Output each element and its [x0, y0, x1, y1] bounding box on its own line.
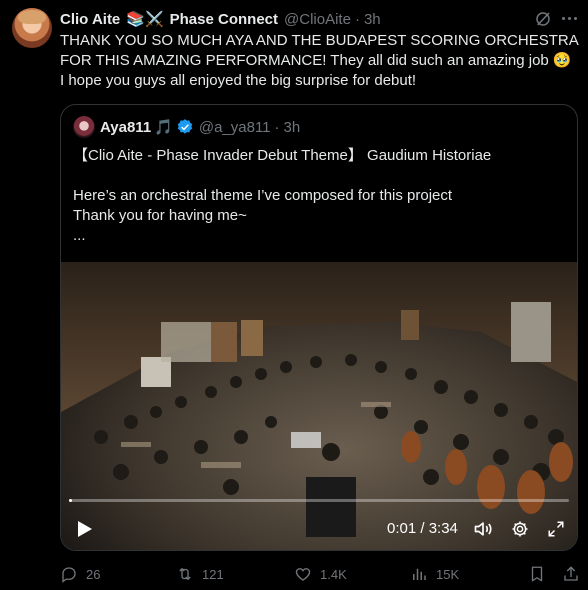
music-note-icon: 🎵	[154, 119, 173, 136]
play-icon[interactable]	[77, 520, 93, 538]
quote-avatar	[73, 116, 95, 138]
share-icon	[564, 566, 578, 581]
progress-fill	[69, 499, 72, 502]
author-avatar[interactable]	[12, 8, 52, 48]
reply-icon	[62, 567, 76, 583]
bookmark-icon	[531, 566, 543, 582]
reply-button[interactable]: 26	[60, 565, 100, 583]
quoted-tweet[interactable]: Aya811 🎵 @a_ya811 · 3h 【Clio Aite - Phas…	[60, 104, 578, 551]
repost-icon	[179, 567, 191, 581]
volume-icon[interactable]	[473, 519, 493, 539]
like-count: 1.4K	[320, 566, 347, 582]
reply-count: 26	[86, 566, 101, 582]
views-icon	[413, 568, 426, 580]
views-count: 15K	[436, 566, 460, 582]
bookmark-button[interactable]	[528, 565, 554, 583]
progress-bar[interactable]	[69, 499, 569, 502]
affiliation-label[interactable]: Phase Connect	[170, 11, 278, 28]
quote-separator: ·	[274, 118, 280, 136]
tweet-time[interactable]: 3h	[364, 11, 381, 28]
video-time: 0:01 / 3:34	[387, 520, 458, 537]
more-icon[interactable]	[562, 17, 580, 23]
like-button[interactable]: 1.4K	[294, 565, 347, 583]
quote-header: Aya811 🎵 @a_ya811 · 3h	[73, 116, 301, 138]
author-handle[interactable]: @ClioAite	[284, 11, 351, 28]
separator-dot: ·	[354, 10, 360, 28]
verified-icon	[177, 119, 193, 134]
quote-time: 3h	[283, 118, 301, 136]
expand-icon[interactable]	[547, 520, 565, 538]
views-button[interactable]: 15K	[410, 565, 459, 583]
grok-icon[interactable]	[534, 10, 552, 28]
quote-author-name: Aya811	[100, 118, 152, 136]
tweet-text: THANK YOU SO MUCH AYA AND THE BUDAPEST S…	[60, 32, 578, 89]
repost-count: 121	[202, 566, 224, 582]
video-player[interactable]: 0:01 / 3:34	[61, 262, 577, 550]
tweet-header: Clio Aite 📚⚔️ Phase Connect @ClioAite · …	[60, 9, 381, 29]
share-button[interactable]	[562, 565, 588, 583]
orchestra-video-frame	[61, 262, 577, 550]
gear-icon[interactable]	[511, 520, 529, 538]
emoji-badges: 📚⚔️	[126, 11, 164, 28]
quote-handle: @a_ya811	[198, 118, 271, 136]
quote-text: 【Clio Aite - Phase Invader Debut Theme】 …	[73, 147, 492, 244]
like-icon	[295, 568, 311, 581]
repost-button[interactable]: 121	[176, 565, 224, 583]
author-name[interactable]: Clio Aite	[60, 11, 120, 28]
